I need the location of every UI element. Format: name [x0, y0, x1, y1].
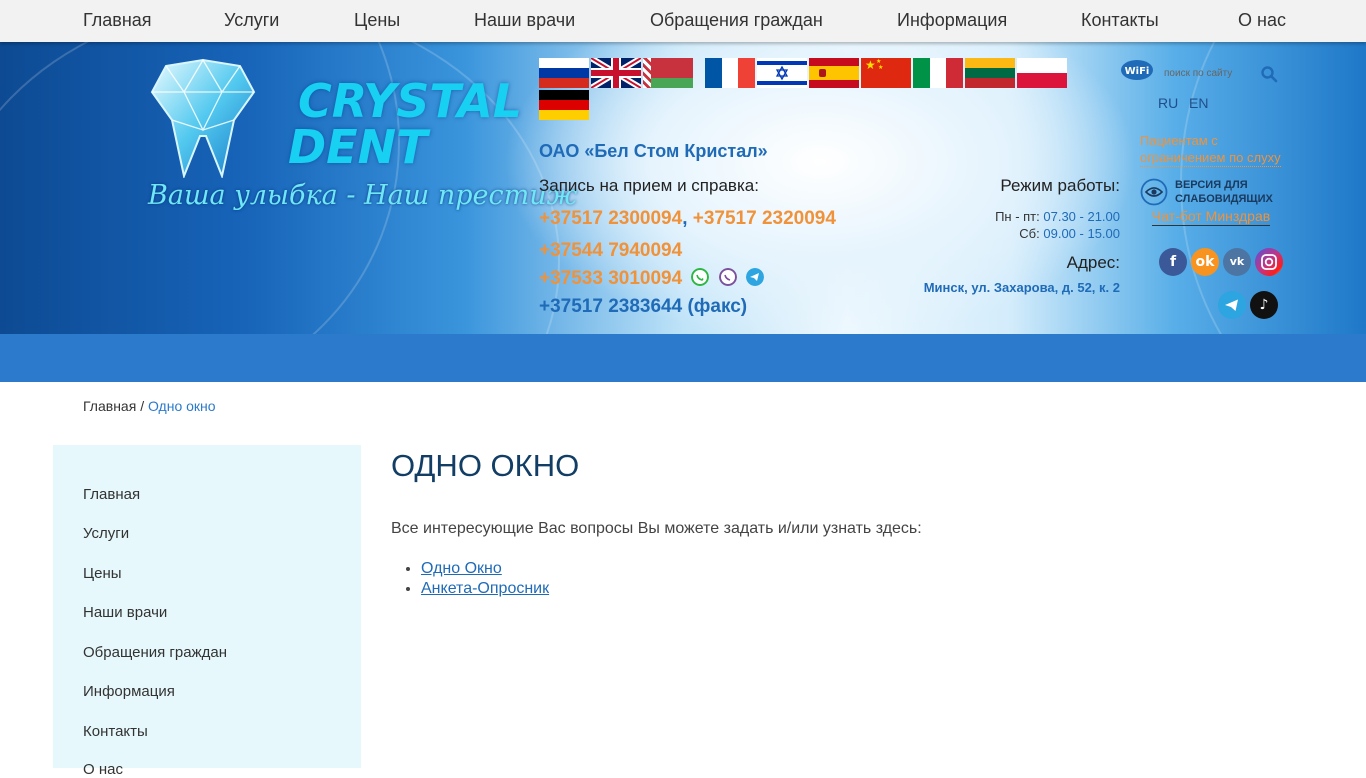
phone-1[interactable]: +37517 2300094 [539, 208, 682, 229]
sidebar-item-information[interactable]: Информация [83, 683, 175, 700]
sidebar-item-doctors[interactable]: Наши врачи [83, 604, 167, 621]
flag-italy-icon[interactable] [913, 58, 963, 88]
sidebar-item-contacts[interactable]: Контакты [83, 723, 148, 740]
flag-france-icon[interactable] [705, 58, 755, 88]
flag-poland-icon[interactable] [1017, 58, 1067, 88]
nav-home[interactable]: Главная [83, 10, 152, 31]
logo-wordmark[interactable]: CRYSTAL DENT [288, 78, 522, 170]
wifi-icon: WiFi [1121, 60, 1153, 80]
tiktok-icon[interactable]: ♪ [1250, 291, 1278, 319]
flag-russia-icon[interactable] [539, 58, 589, 88]
hearing-line-2: ограничением по слуху [1140, 150, 1281, 165]
telegram-small-icon[interactable] [746, 268, 765, 286]
flag-germany-icon[interactable] [539, 90, 589, 120]
sidebar-item-services[interactable]: Услуги [83, 525, 129, 542]
flag-lithuania-icon[interactable] [965, 58, 1015, 88]
wifi-label: WiFi [1125, 66, 1150, 77]
hours-weekdays: Пн - пт: 07.30 - 21.00 [995, 209, 1120, 224]
sidebar-item-about[interactable]: О нас [83, 761, 123, 778]
breadcrumb-separator: / [140, 398, 145, 414]
nav-information[interactable]: Информация [897, 10, 1007, 31]
phone-4[interactable]: +37533 3010094 [539, 268, 682, 289]
instagram-icon[interactable] [1255, 248, 1283, 276]
one-window-link[interactable]: Одно Окно [421, 560, 502, 577]
flag-israel-icon[interactable] [757, 58, 807, 88]
low-vision-version-link[interactable]: ВЕРСИЯ ДЛЯ СЛАБОВИДЯЩИХ [1175, 178, 1273, 206]
hours-saturday: Сб: 09.00 - 15.00 [1019, 226, 1120, 241]
flag-united-kingdom-icon[interactable] [591, 58, 641, 88]
logo-slogan: Ваша улыбка - Наш престиж [148, 180, 578, 211]
vk-icon[interactable]: vk [1223, 248, 1251, 276]
nav-about[interactable]: О нас [1238, 10, 1286, 31]
page-title: ОДНО ОКНО [391, 448, 580, 483]
survey-link[interactable]: Анкета-Опросник [421, 580, 549, 597]
company-name: ОАО «Бел Стом Кристал» [539, 141, 768, 161]
vision-line-2: СЛАБОВИДЯЩИХ [1175, 193, 1273, 205]
hearing-line-1: Пациентам с [1140, 133, 1218, 148]
search-icon[interactable] [1260, 65, 1278, 83]
eye-icon[interactable] [1140, 178, 1168, 206]
flag-china-icon[interactable]: ★ ★ ★ [861, 58, 911, 88]
phone-separator: , [682, 208, 688, 229]
sidebar-item-prices[interactable]: Цены [83, 565, 122, 582]
telegram-icon[interactable] [1218, 291, 1246, 319]
lang-en[interactable]: EN [1189, 95, 1208, 111]
header-band [0, 334, 1366, 382]
weekdays-label: Пн - пт: [995, 209, 1040, 224]
address-value[interactable]: Минск, ул. Захарова, д. 52, к. 2 [924, 280, 1120, 295]
fax-number[interactable]: +37517 2383644 (факс) [539, 296, 747, 318]
breadcrumb-current: Одно окно [147, 398, 216, 414]
phone-line-1: +37517 2300094, +37517 2320094 [539, 208, 836, 230]
viber-icon[interactable] [718, 268, 737, 286]
lang-ru[interactable]: RU [1158, 95, 1178, 111]
saturday-value: 09.00 - 15.00 [1043, 226, 1120, 241]
sidebar-item-appeals[interactable]: Обращения граждан [83, 644, 227, 661]
breadcrumb-home[interactable]: Главная [83, 398, 136, 414]
list-item: Анкета-Опросник [421, 579, 549, 599]
nav-prices[interactable]: Цены [354, 10, 400, 31]
logo-line1: CRYSTAL [298, 74, 523, 128]
vision-line-1: ВЕРСИЯ ДЛЯ [1175, 179, 1248, 191]
address-label: Адрес: [1066, 253, 1120, 272]
appointment-label: Запись на прием и справка: [539, 176, 759, 195]
nav-appeals[interactable]: Обращения граждан [650, 10, 823, 31]
phone-3[interactable]: +37544 7940094 [539, 240, 682, 262]
saturday-label: Сб: [1019, 226, 1040, 241]
nav-doctors[interactable]: Наши врачи [474, 10, 575, 31]
weekdays-value: 07.30 - 21.00 [1043, 209, 1120, 224]
links-list: Одно Окно Анкета-Опросник [421, 559, 549, 598]
sidebar-menu: Главная Услуги Цены Наши врачи Обращения… [53, 445, 361, 778]
flag-spain-icon[interactable] [809, 58, 859, 88]
breadcrumb: Главная / Одно окно [83, 398, 216, 414]
search-input[interactable]: поиск по сайту [1164, 68, 1232, 79]
flag-belarus-icon[interactable] [643, 58, 693, 88]
nav-services[interactable]: Услуги [224, 10, 279, 31]
sidebar-item-home[interactable]: Главная [83, 486, 140, 503]
whatsapp-icon[interactable] [691, 268, 710, 286]
hours-label: Режим работы: [1000, 176, 1120, 195]
intro-text: Все интересующие Вас вопросы Вы можете з… [391, 520, 922, 537]
phone-2[interactable]: +37517 2320094 [693, 208, 836, 229]
odnoklassniki-icon[interactable]: ok [1191, 248, 1219, 276]
phone-line-4: +37533 3010094 [539, 268, 765, 290]
nav-contacts[interactable]: Контакты [1081, 10, 1159, 31]
chatbot-link[interactable]: Чат-бот Минздрав [1152, 208, 1271, 226]
top-navigation: Главная Услуги Цены Наши врачи Обращения… [0, 0, 1366, 42]
hearing-impaired-link[interactable]: Пациентам с ограничением по слуху [1140, 132, 1281, 167]
facebook-icon[interactable]: f [1159, 248, 1187, 276]
list-item: Одно Окно [421, 559, 549, 579]
logo-line2: DENT [288, 120, 428, 174]
diamond-tooth-logo-icon[interactable] [148, 58, 258, 178]
